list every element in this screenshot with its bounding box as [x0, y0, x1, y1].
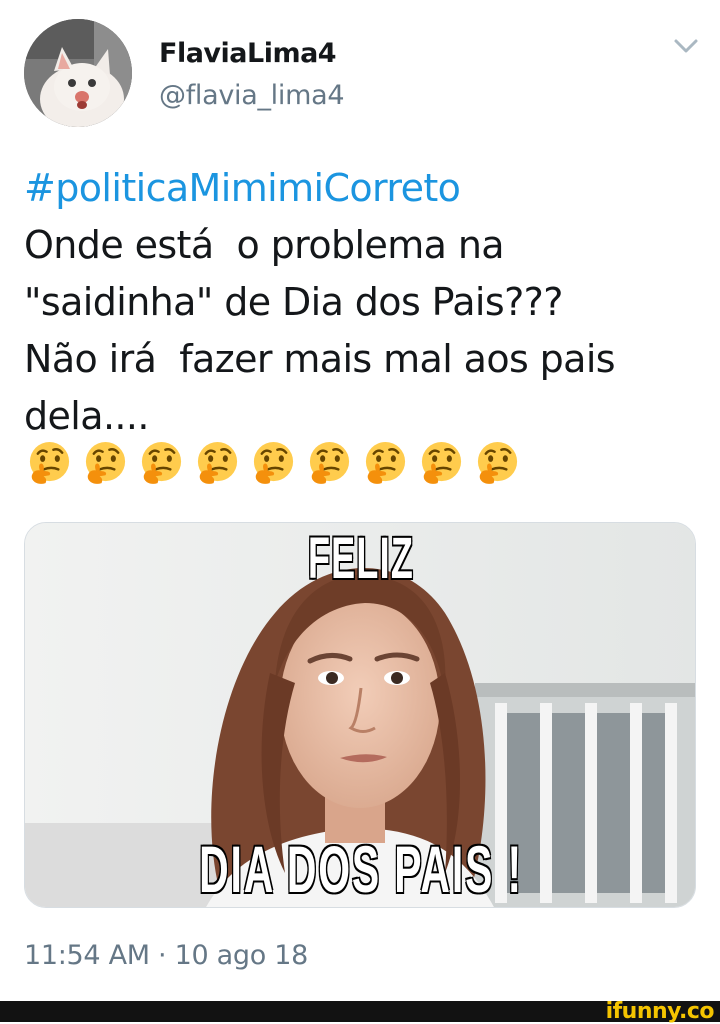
thinking-face-icon [82, 440, 129, 487]
cat-avatar-image [24, 19, 132, 127]
meme-top-caption: FELIZ [307, 525, 415, 592]
tweet-text: #politicaMimimiCorreto Onde está o probl… [24, 160, 704, 445]
tweet-line: "saidinha" de Dia dos Pais??? [24, 280, 563, 324]
ifunny-watermark: ifunny.co [605, 999, 715, 1024]
thinking-face-icon [306, 440, 353, 487]
avatar[interactable] [24, 19, 132, 127]
tweet-line: dela.... [24, 394, 149, 438]
thinking-face-icon [194, 440, 241, 487]
tweet-line: Onde está o problema na [24, 223, 505, 267]
hashtag-link[interactable]: #politicaMimimiCorreto [24, 160, 704, 217]
tweet-media-image[interactable]: FELIZ DIA DOS PAIS ! [24, 522, 696, 908]
display-name[interactable]: FlaviaLima4 [159, 38, 337, 69]
thinking-face-icon [362, 440, 409, 487]
user-handle[interactable]: @flavia_lima4 [159, 80, 345, 111]
emoji-row [26, 440, 521, 490]
thinking-face-icon [474, 440, 521, 487]
thinking-face-icon [138, 440, 185, 487]
thinking-face-icon [26, 440, 73, 487]
watermark-bar: ifunny.co [0, 999, 720, 1024]
chevron-down-icon[interactable] [672, 36, 700, 56]
meme-bottom-caption: DIA DOS PAIS ! [198, 831, 523, 907]
thinking-face-icon [250, 440, 297, 487]
tweet-timestamp[interactable]: 11:54 AM · 10 ago 18 [24, 940, 308, 971]
tweet-line: Não irá fazer mais mal aos pais [24, 337, 616, 381]
thinking-face-icon [418, 440, 465, 487]
